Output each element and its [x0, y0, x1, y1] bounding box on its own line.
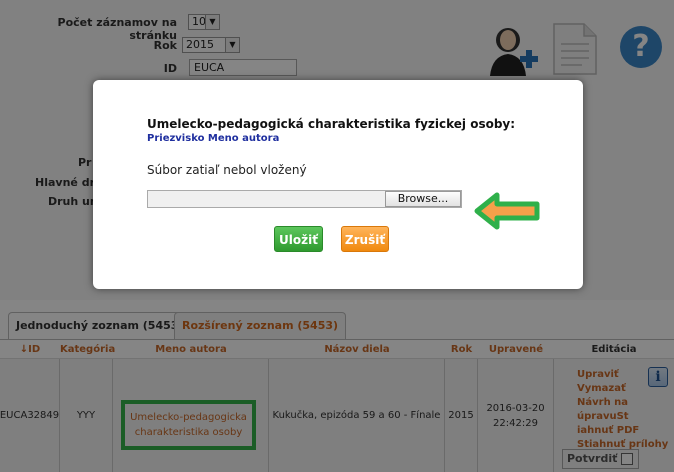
- dialog-title: Umelecko-pedagogická charakteristika fyz…: [147, 117, 516, 131]
- save-button[interactable]: Uložiť: [274, 226, 323, 252]
- dialog-subtitle: Priezvisko Meno autora: [147, 133, 280, 144]
- upload-status: Súbor zatiaľ nebol vložený: [147, 163, 307, 177]
- arrow-left-icon: [474, 192, 540, 230]
- upload-dialog: Umelecko-pedagogická charakteristika fyz…: [93, 80, 583, 289]
- cancel-button[interactable]: Zrušiť: [341, 226, 389, 252]
- browse-button[interactable]: Browse...: [385, 191, 461, 207]
